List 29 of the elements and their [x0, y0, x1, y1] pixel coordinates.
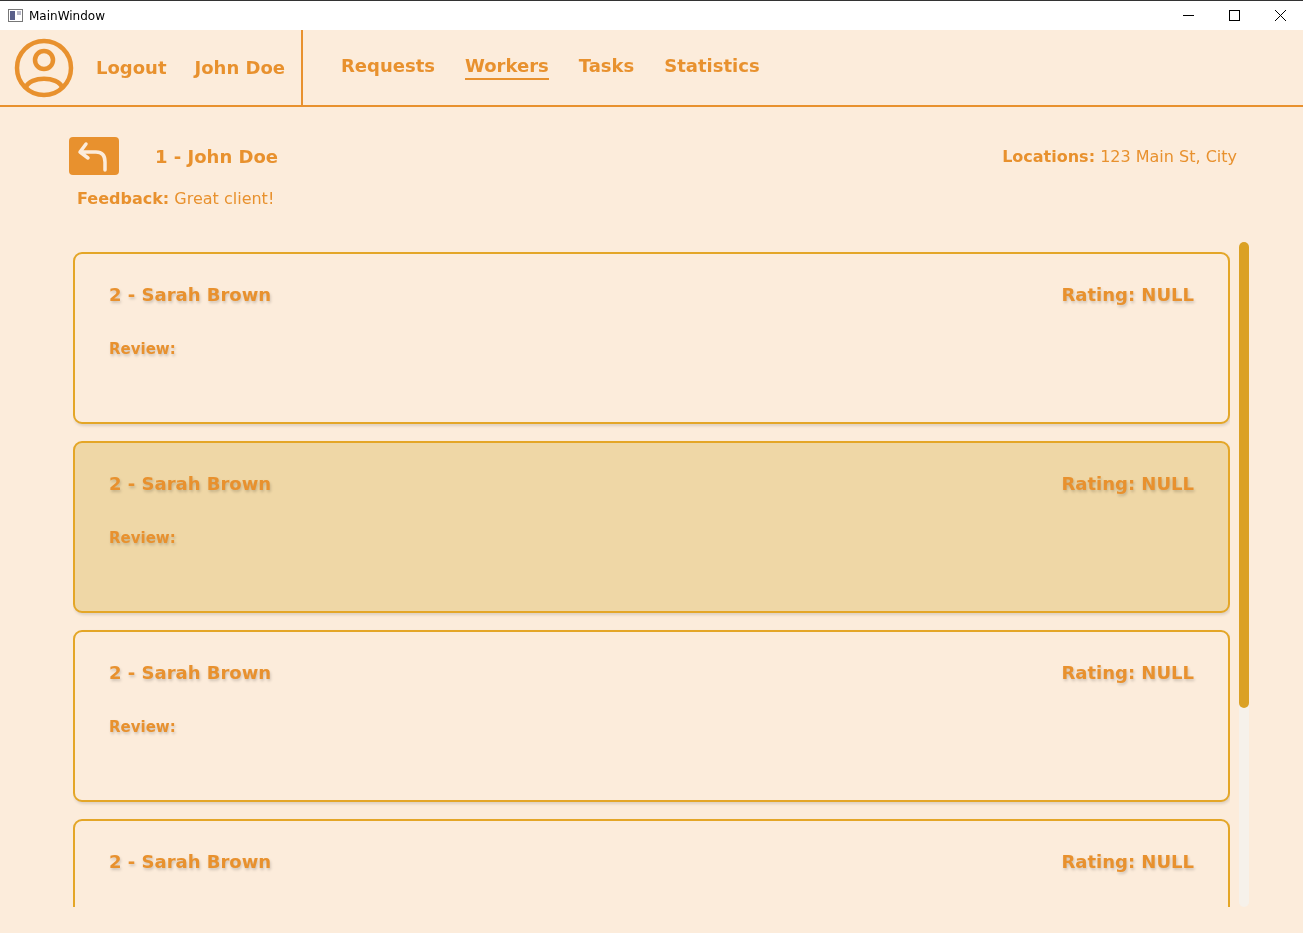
header-link[interactable]: Logout — [96, 57, 167, 78]
header-link[interactable]: John Doe — [194, 57, 285, 78]
nav-tab[interactable]: Workers — [465, 55, 549, 80]
app-icon — [8, 9, 23, 22]
review-card[interactable]: 2 - Sarah Brown Rating: NULL Review: — [73, 441, 1230, 613]
review-card[interactable]: 2 - Sarah Brown Rating: NULL — [73, 819, 1230, 907]
review-card[interactable]: 2 - Sarah Brown Rating: NULL Review: — [73, 252, 1230, 424]
rating-text: Rating: NULL — [1061, 662, 1194, 683]
client-title: 1 - John Doe — [155, 145, 279, 167]
rating-text: Rating: NULL — [1061, 851, 1194, 872]
review-label: Review: — [109, 718, 176, 736]
close-icon — [1274, 10, 1286, 21]
worker-name: 2 - Sarah Brown — [109, 473, 272, 494]
nav-tab[interactable]: Requests — [341, 55, 435, 80]
nav-tab[interactable]: Statistics — [664, 55, 760, 80]
worker-name: 2 - Sarah Brown — [109, 284, 272, 305]
window-title: MainWindow — [29, 8, 106, 23]
scrollbar[interactable] — [1239, 242, 1249, 907]
review-label: Review: — [109, 340, 176, 358]
rating-text: Rating: NULL — [1061, 284, 1194, 305]
nav-tab[interactable]: Tasks — [578, 55, 635, 80]
rating-text: Rating: NULL — [1061, 473, 1194, 494]
review-label: Review: — [109, 529, 176, 547]
worker-name: 2 - Sarah Brown — [109, 662, 272, 683]
locations-text: Locations: 123 Main St, City — [1002, 146, 1237, 166]
worker-name: 2 - Sarah Brown — [109, 851, 272, 872]
maximize-icon — [1228, 10, 1240, 21]
feedback-text: Feedback: Great client! — [77, 189, 275, 208]
review-card[interactable]: 2 - Sarah Brown Rating: NULL Review: — [73, 630, 1230, 802]
